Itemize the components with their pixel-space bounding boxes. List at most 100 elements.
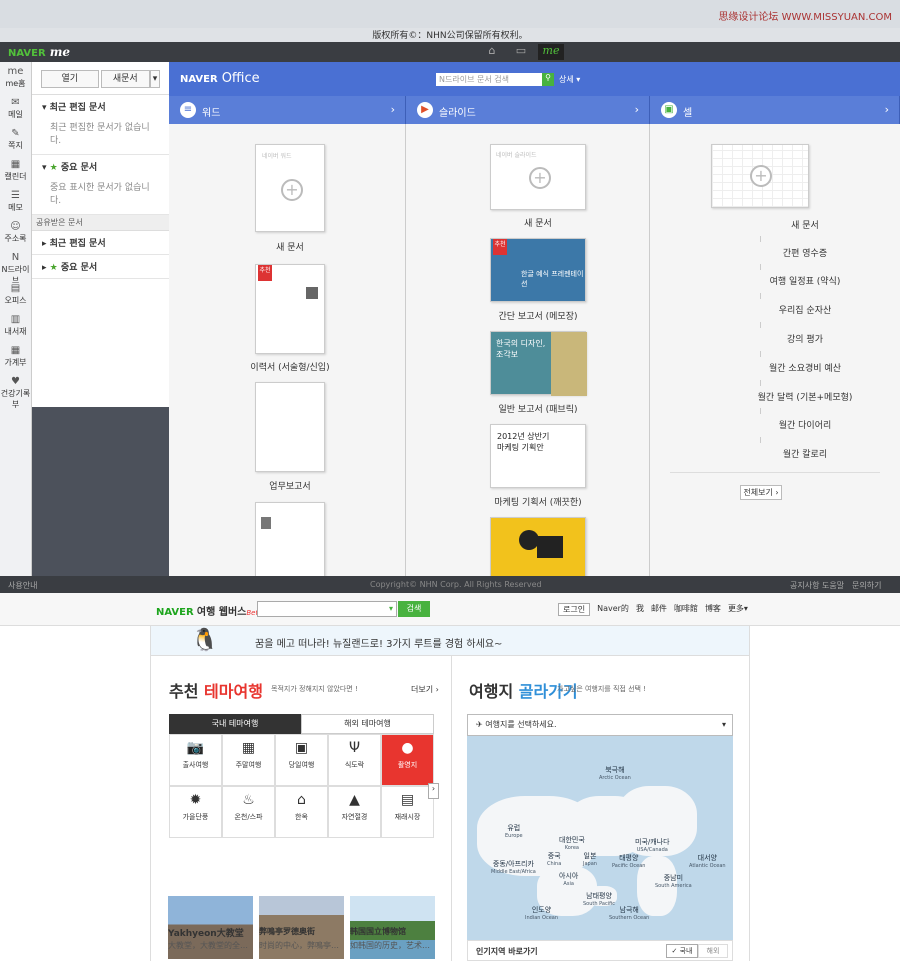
category-3[interactable]: Ψ 식도락 <box>328 734 381 786</box>
map-region-label[interactable]: 중동/아프리카 Middle East/Africa <box>491 860 536 876</box>
photo-title[interactable]: 韩国国立博物馆 <box>350 926 406 937</box>
banner[interactable]: 🐧 꿈을 메고 떠나라! 뉴질랜드로! 3가지 루트를 경험 하세요~ <box>151 626 749 656</box>
map-region-label[interactable]: 중국 China <box>547 852 561 868</box>
map-region-label[interactable]: 인도양 Indian Ocean <box>525 906 558 922</box>
doc-thumb[interactable] <box>255 502 325 576</box>
slide-column-header[interactable]: ▶ 슬라이드 › <box>406 96 650 124</box>
recent-section[interactable]: ▾ 최근 편집 문서 최근 편집한 문서가 없습니다. <box>32 95 169 155</box>
shared-recent[interactable]: ▸ 최근 편집 문서 <box>32 231 169 255</box>
category-5[interactable]: ✹ 가을단풍 <box>169 786 222 838</box>
login-button[interactable]: 로그인 <box>558 603 591 616</box>
tab-domestic[interactable]: 국내 테마여행 <box>169 714 301 734</box>
open-button[interactable]: 열기 <box>41 70 99 88</box>
me-tab[interactable]: me <box>538 44 564 60</box>
rail-item[interactable]: me me홈 <box>0 62 31 93</box>
rail-item[interactable]: ☺ 주소록 <box>0 217 31 248</box>
map-region-label[interactable]: 남극해 Southern Ocean <box>609 906 649 922</box>
doc-caption[interactable]: 이력서 (서술형/신입) <box>220 360 360 373</box>
cell-column-header[interactable]: ▣ 셀 › <box>650 96 900 124</box>
chevron-down-icon[interactable]: ▾ <box>150 70 160 88</box>
new-cell-thumb[interactable]: + <box>711 144 809 208</box>
office-logo[interactable]: NAVER Office <box>180 71 260 86</box>
photo-title[interactable]: 弊鳴亭罗德奥街 <box>259 926 315 937</box>
search-icon[interactable]: ⚲ <box>542 73 554 86</box>
doc-caption[interactable]: 간단 보고서 (메모장) <box>458 309 618 322</box>
rail-item[interactable]: ▦ 캘린더 <box>0 155 31 186</box>
domestic-toggle[interactable]: ✓ 국내 <box>666 944 698 958</box>
tab-overseas[interactable]: 해외 테마여행 <box>301 714 434 734</box>
map-region-label[interactable]: 대서양 Atlantic Ocean <box>689 854 726 870</box>
category-4[interactable]: ● 촬영지 <box>381 734 434 786</box>
overseas-toggle[interactable]: 해외 <box>698 944 728 958</box>
rail-item[interactable]: ✉ 메일 <box>0 93 31 124</box>
doc-caption[interactable]: 업무보고서 <box>230 479 350 492</box>
slide-thumb-memo[interactable]: 추천 한글 예식 프레젠테이션 <box>490 238 586 302</box>
header-link[interactable]: 博客 <box>705 603 721 616</box>
dest-select[interactable]: ✈ 여행지를 선택하세요. ▾ <box>467 714 733 736</box>
rail-item[interactable]: ▤ 오피스 <box>0 279 31 310</box>
header-link[interactable]: 我 <box>636 603 644 616</box>
window-icon[interactable]: ▭ <box>510 44 532 60</box>
slide-thumb-clean[interactable]: 2012년 상반기 마케팅 기획안 <box>490 424 586 488</box>
travel-search-input[interactable]: ▾ <box>257 601 397 617</box>
cell-doc-item[interactable]: 월간 칼로리 <box>710 447 900 460</box>
map-region-label[interactable]: 대한민국 Korea <box>559 836 585 852</box>
category-1[interactable]: ▦ 주말여행 <box>222 734 275 786</box>
travel-search-button[interactable]: 검색 <box>398 601 430 617</box>
map-region-label[interactable]: 일본 Japan <box>583 852 597 868</box>
new-slide-thumb[interactable]: 네이버 슬라이드 + <box>490 144 586 210</box>
cell-doc-item[interactable]: 강의 평가 <box>710 332 900 345</box>
map-region-label[interactable]: 태평양 Pacific Ocean <box>612 854 645 870</box>
map-region-label[interactable]: 아시아 Asia <box>559 872 578 888</box>
slide-thumb-fabric[interactable]: 한국의 디자인, 조각보 <box>490 331 587 396</box>
shared-important[interactable]: ▸ ★ 중요 문서 <box>32 255 169 279</box>
header-link[interactable]: Naver的 <box>597 603 629 616</box>
category-9[interactable]: ▤ 재래시장 <box>381 786 434 838</box>
map-region-label[interactable]: 미국/캐나다 USA/Canada <box>635 838 670 854</box>
naver-me-logo[interactable]: NAVER me <box>8 45 70 59</box>
doc-caption[interactable]: 일반 보고서 (패브릭) <box>458 402 618 415</box>
notice-link[interactable]: 공지사항 <box>790 580 819 591</box>
cell-doc-item[interactable]: 월간 달력 (기본+메모형) <box>710 390 900 403</box>
rail-item[interactable]: ▥ 내서재 <box>0 310 31 341</box>
cell-doc-item[interactable]: 간편 영수증 <box>710 246 900 259</box>
category-2[interactable]: ▣ 당일여행 <box>275 734 328 786</box>
rail-item[interactable]: ♥ 건강기록부 <box>0 372 31 409</box>
category-6[interactable]: ♨ 온천/스파 <box>222 786 275 838</box>
rail-item[interactable]: ▦ 가계부 <box>0 341 31 372</box>
help-link[interactable]: 도움말 <box>822 580 844 591</box>
new-doc-button[interactable]: 새문서 <box>100 70 151 88</box>
doc-caption[interactable]: 마케팅 기획서 (깨끗한) <box>458 495 618 508</box>
header-link[interactable]: 咖啡館 <box>674 603 698 616</box>
detail-link[interactable]: 상세 ▾ <box>559 74 580 85</box>
rail-item[interactable]: ☰ 메모 <box>0 186 31 217</box>
map-region-label[interactable]: 유럽 Europe <box>505 824 523 840</box>
photo-title[interactable]: Yakhyeon大教堂 <box>168 926 244 939</box>
office-search-input[interactable]: N드라이브 문서 검색 <box>436 73 542 86</box>
category-8[interactable]: ▲ 자연절경 <box>328 786 381 838</box>
category-7[interactable]: ⌂ 한옥 <box>275 786 328 838</box>
map-region-label[interactable]: 북극해 Arctic Ocean <box>599 766 631 782</box>
world-map[interactable]: 북극해 Arctic Ocean 유럽 Europe 대한민국 Korea 중국 China 일… <box>467 736 733 940</box>
cell-doc-item[interactable]: 월간 다이어리 <box>710 418 900 431</box>
map-region-label[interactable]: 중남미 South America <box>655 874 692 890</box>
new-word-thumb[interactable]: 네이버 워드 + <box>255 144 325 232</box>
home-icon[interactable]: ⌂ <box>481 44 503 60</box>
theme-more-link[interactable]: 더보기 › <box>411 684 439 695</box>
more-menu[interactable]: 更多▾ <box>728 603 748 616</box>
cell-doc-item[interactable]: 월간 소요경비 예산 <box>710 361 900 374</box>
category-0[interactable]: 📷 출사여행 <box>169 734 222 786</box>
important-section[interactable]: ▾ ★ 중요 문서 중요 표시한 문서가 없습니다. <box>32 155 169 215</box>
resume-thumb[interactable]: 추천 <box>255 264 325 354</box>
usage-link[interactable]: 사용안내 <box>8 580 37 591</box>
rail-item[interactable]: ✎ 쪽지 <box>0 124 31 155</box>
rail-item[interactable]: N N드라이브 <box>0 248 31 285</box>
report-thumb[interactable] <box>255 382 325 472</box>
contact-link[interactable]: 문의하기 <box>852 580 881 591</box>
view-all-button[interactable]: 전체보기 › <box>740 485 782 500</box>
cell-doc-item[interactable]: 여행 일정표 (약식) <box>710 274 900 287</box>
next-arrow-icon[interactable]: › <box>428 783 439 799</box>
slide-thumb-film[interactable] <box>490 517 586 576</box>
header-link[interactable]: 邮件 <box>651 603 667 616</box>
cell-doc-item[interactable]: 새 문서 <box>710 218 900 231</box>
